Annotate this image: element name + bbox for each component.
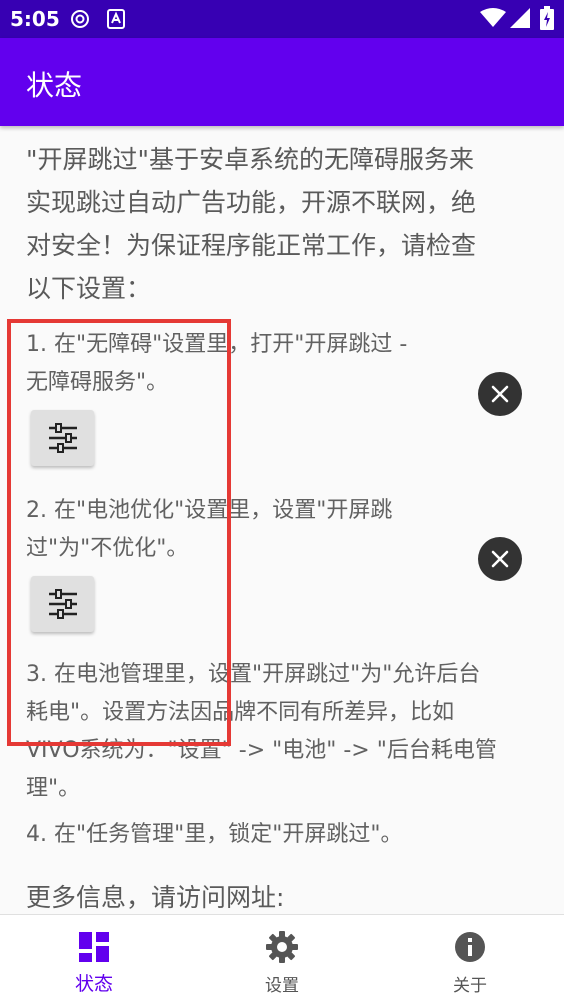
gear-icon: [266, 931, 298, 963]
nav-label: 设置: [265, 976, 299, 996]
nav-item-settings[interactable]: 设置: [188, 915, 376, 1005]
info-icon: [455, 932, 485, 962]
nav-item-status[interactable]: 状态: [0, 915, 188, 1005]
dashboard-icon: [79, 932, 109, 962]
intro-text: "开屏跳过"基于安卓系统的无障碍服务来 实现跳过自动广告功能，开源不联网，绝 对…: [26, 138, 538, 310]
signal-icon: [510, 8, 530, 28]
battery-icon: [540, 6, 554, 30]
step-task-lock: 4. 在"任务管理"里，锁定"开屏跳过"。: [26, 816, 402, 854]
close-icon: [491, 550, 509, 568]
status-bar: 5:05: [0, 0, 564, 38]
battery-optimization-status-icon: [478, 537, 522, 581]
more-info-text: 更多信息，请访问网址:: [26, 883, 285, 912]
intro-line: 实现跳过自动广告功能，开源不联网，绝: [26, 188, 477, 217]
intro-line: 对安全！为保证程序能正常工作，请检查: [26, 231, 477, 260]
page-title: 状态: [26, 69, 83, 102]
accessibility-status-icon: [478, 372, 522, 416]
nav-label: 状态: [74, 973, 113, 995]
bottom-navigation: 状态 设置 关于: [0, 914, 564, 1005]
wifi-icon: [480, 8, 506, 27]
step-line: 理"。: [26, 776, 81, 801]
status-time: 5:05: [10, 7, 60, 31]
intro-line: "开屏跳过"基于安卓系统的无障碍服务来: [26, 145, 474, 174]
vpn-key-icon: [71, 10, 89, 28]
intro-line: 以下设置：: [26, 274, 152, 303]
app-bar: 状态: [0, 38, 564, 126]
nav-item-about[interactable]: 关于: [376, 915, 564, 1005]
app-notification-icon: [107, 9, 125, 29]
highlight-box: [7, 319, 231, 746]
close-icon: [491, 385, 509, 403]
nav-label: 关于: [453, 976, 487, 996]
step-line: 4. 在"任务管理"里，锁定"开屏跳过"。: [26, 822, 403, 847]
